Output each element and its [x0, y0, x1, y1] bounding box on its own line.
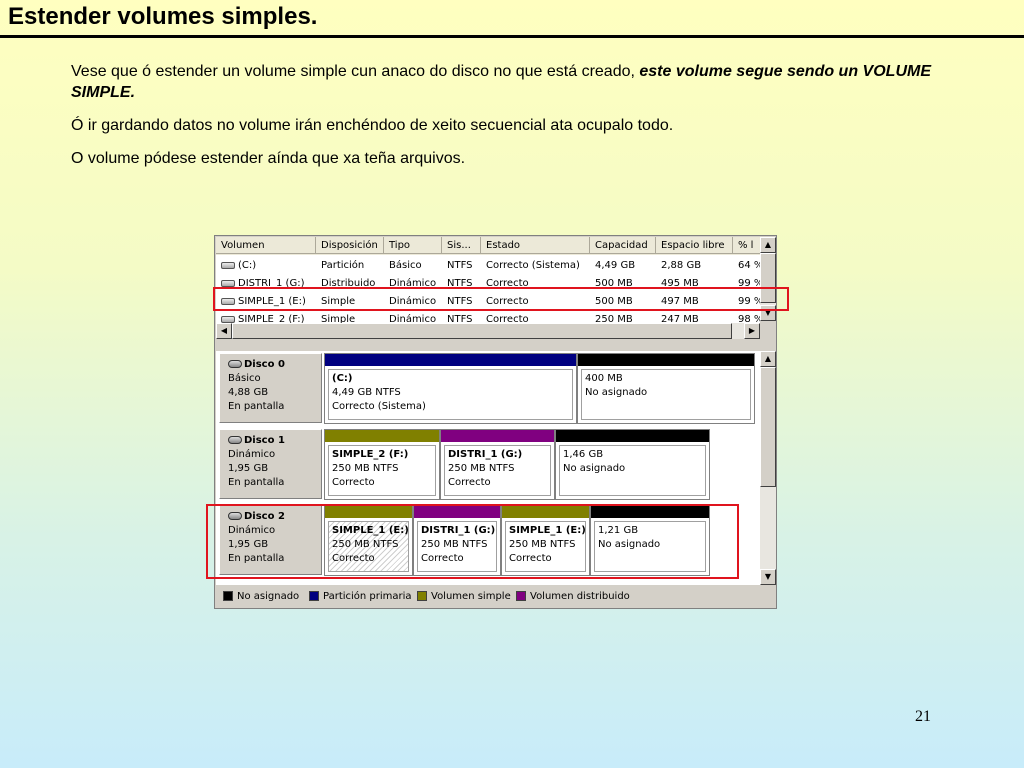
disk-1-label[interactable]: Disco 1 Dinámico 1,95 GB En pantalla — [219, 429, 322, 499]
paragraph-3: O volume pódese estender aínda que xa te… — [71, 150, 466, 167]
disk-size: 1,95 GB — [228, 463, 269, 474]
legend-swatch — [417, 591, 427, 601]
column-header-status[interactable]: Estado — [481, 237, 590, 254]
paragraph-1: Vese que ó estender un volume simple cun… — [71, 61, 951, 103]
column-header-filesystem[interactable]: Sis... — [442, 237, 481, 254]
partition-size: 250 MB NTFS — [448, 463, 515, 474]
legend-swatch — [223, 591, 233, 601]
partition-color-bar — [325, 430, 439, 442]
title-divider — [0, 35, 1024, 38]
disk-name: Disco 1 — [244, 435, 285, 446]
disk-size: 4,88 GB — [228, 387, 269, 398]
volume-layout-cell: Partición — [321, 260, 365, 271]
volume-name-cell: (C:) — [216, 257, 316, 275]
disk-icon — [228, 436, 242, 444]
legend-item-simple-volume: Volumen simple — [417, 586, 511, 608]
volume-percent-cell: 98 % — [738, 314, 760, 323]
paragraph-1-text: Vese que ó estender un volume simple cun… — [71, 63, 640, 80]
volume-row[interactable]: SIMPLE_2 (F:) Simple Dinámico NTFS Corre… — [216, 311, 760, 323]
volume-capacity-cell: 4,49 GB — [595, 260, 636, 271]
column-header-layout[interactable]: Disposición — [316, 237, 384, 254]
volume-list-header: Volumen Disposición Tipo Sis... Estado C… — [216, 237, 760, 255]
highlight-simple-1-row — [213, 287, 789, 311]
graph-vertical-scrollbar[interactable]: ▲ ▼ — [760, 351, 776, 585]
disk-icon — [228, 360, 242, 368]
legend-swatch — [309, 591, 319, 601]
column-header-free-space[interactable]: Espacio libre — [656, 237, 733, 254]
partition-size: 1,46 GB — [563, 449, 604, 460]
column-header-capacity[interactable]: Capacidad — [590, 237, 656, 254]
partition-size: 4,49 GB NTFS — [332, 387, 401, 398]
disk-state: En pantalla — [228, 477, 285, 488]
volume-layout-cell: Simple — [321, 314, 356, 323]
scroll-right-button[interactable]: ▶ — [744, 323, 760, 339]
partition-details: (C:) 4,49 GB NTFS Correcto (Sistema) — [328, 369, 573, 420]
volume-list-horizontal-scrollbar[interactable]: ◀ ▶ — [216, 323, 760, 339]
scroll-thumb[interactable] — [760, 367, 776, 487]
partition-name: (C:) — [332, 373, 353, 384]
partition-color-bar — [441, 430, 554, 442]
partition-simple-2[interactable]: SIMPLE_2 (F:) 250 MB NTFS Correcto — [324, 429, 440, 500]
volume-type-cell: Dinámico — [389, 314, 437, 323]
drive-icon — [221, 279, 235, 287]
partition-color-bar — [578, 354, 754, 366]
slide-title: Estender volumes simples. — [8, 3, 318, 30]
legend-item-primary-partition: Partición primaria — [309, 586, 412, 608]
volume-percent-cell: 64 % — [738, 260, 760, 271]
disk-type: Dinámico — [228, 449, 276, 460]
legend: No asignado Partición primaria Volumen s… — [216, 586, 775, 608]
volume-type-cell: Básico — [389, 260, 422, 271]
page-number: 21 — [915, 708, 931, 725]
legend-item-unallocated: No asignado — [223, 586, 299, 608]
disk-name: Disco 0 — [244, 359, 285, 370]
partition-details: DISTRI_1 (G:) 250 MB NTFS Correcto — [444, 445, 551, 496]
partition-details: SIMPLE_2 (F:) 250 MB NTFS Correcto — [328, 445, 436, 496]
volume-status-cell: Correcto — [486, 314, 529, 323]
scroll-up-button[interactable]: ▲ — [760, 351, 776, 367]
volume-free-cell: 2,88 GB — [661, 260, 702, 271]
volume-status-cell: Correcto (Sistema) — [486, 260, 580, 271]
partition-name: SIMPLE_2 (F:) — [332, 449, 409, 460]
volume-row[interactable]: (C:) Partición Básico NTFS Correcto (Sis… — [216, 257, 760, 275]
partition-c[interactable]: (C:) 4,49 GB NTFS Correcto (Sistema) — [324, 353, 577, 424]
partition-name: DISTRI_1 (G:) — [448, 449, 523, 460]
legend-swatch — [516, 591, 526, 601]
volume-fs-cell: NTFS — [447, 260, 473, 271]
slide-body: Vese que ó estender un volume simple cun… — [71, 61, 951, 181]
disk-type: Básico — [228, 373, 261, 384]
partition-size: 400 MB — [585, 373, 623, 384]
disk-state: En pantalla — [228, 401, 285, 412]
paragraph-2: Ó ir gardando datos no volume irán enché… — [71, 117, 674, 134]
legend-item-spanned-volume: Volumen distribuido — [516, 586, 630, 608]
volume-capacity-cell: 250 MB — [595, 314, 633, 323]
column-header-volume[interactable]: Volumen — [216, 237, 316, 254]
volume-name-cell: SIMPLE_2 (F:) — [216, 311, 316, 323]
disk-0-label[interactable]: Disco 0 Básico 4,88 GB En pantalla — [219, 353, 322, 423]
partition-distri-1[interactable]: DISTRI_1 (G:) 250 MB NTFS Correcto — [440, 429, 555, 500]
partition-color-bar — [556, 430, 709, 442]
partition-unallocated[interactable]: 1,46 GB No asignado — [555, 429, 710, 500]
partition-unallocated[interactable]: 400 MB No asignado — [577, 353, 755, 424]
drive-icon — [221, 261, 235, 269]
highlight-disk-2 — [206, 504, 739, 579]
scroll-up-button[interactable]: ▲ — [760, 237, 776, 253]
partition-status: No asignado — [585, 387, 648, 398]
drive-icon — [221, 315, 235, 323]
partition-status: Correcto — [332, 477, 375, 488]
partition-size: 250 MB NTFS — [332, 463, 399, 474]
partition-status: No asignado — [563, 463, 626, 474]
partition-details: 400 MB No asignado — [581, 369, 751, 420]
volume-fs-cell: NTFS — [447, 314, 473, 323]
partition-status: Correcto (Sistema) — [332, 401, 426, 412]
volume-free-cell: 247 MB — [661, 314, 699, 323]
partition-details: 1,46 GB No asignado — [559, 445, 706, 496]
partition-color-bar — [325, 354, 576, 366]
scroll-left-button[interactable]: ◀ — [216, 323, 232, 339]
column-header-percent-free[interactable]: % l — [733, 237, 760, 254]
partition-status: Correcto — [448, 477, 491, 488]
scroll-down-button[interactable]: ▼ — [760, 569, 776, 585]
column-header-type[interactable]: Tipo — [384, 237, 442, 254]
scroll-thumb[interactable] — [232, 323, 732, 339]
